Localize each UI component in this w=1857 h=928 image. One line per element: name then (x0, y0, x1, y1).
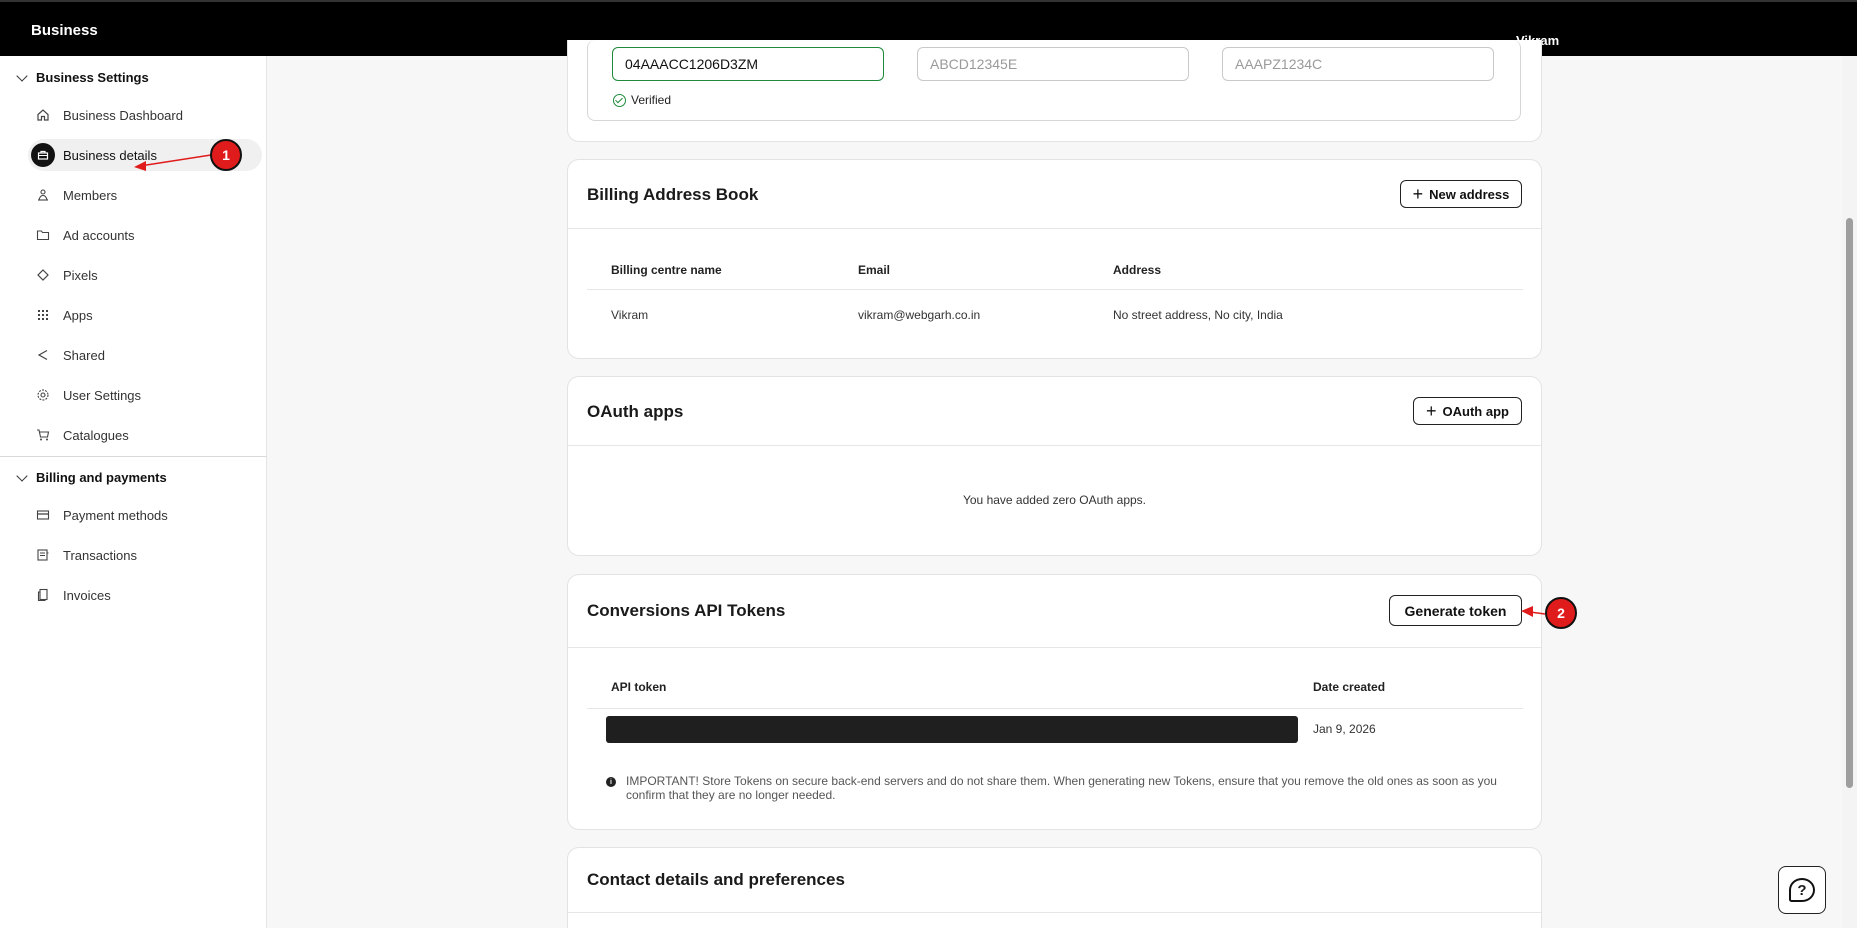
annotation-badge-1: 1 (210, 139, 242, 171)
annotation-arrowhead-1 (134, 161, 146, 171)
scrollbar[interactable] (1842, 56, 1857, 928)
annotation-badge-2: 2 (1545, 597, 1577, 629)
annotation-arrowhead-2 (1521, 606, 1533, 617)
annotation-arrows (134, 154, 1546, 617)
annotation-arrow-1 (139, 154, 212, 167)
help-question-icon: ? (1789, 878, 1815, 902)
help-button[interactable]: ? (1778, 866, 1826, 914)
scrollbar-thumb[interactable] (1846, 218, 1853, 788)
